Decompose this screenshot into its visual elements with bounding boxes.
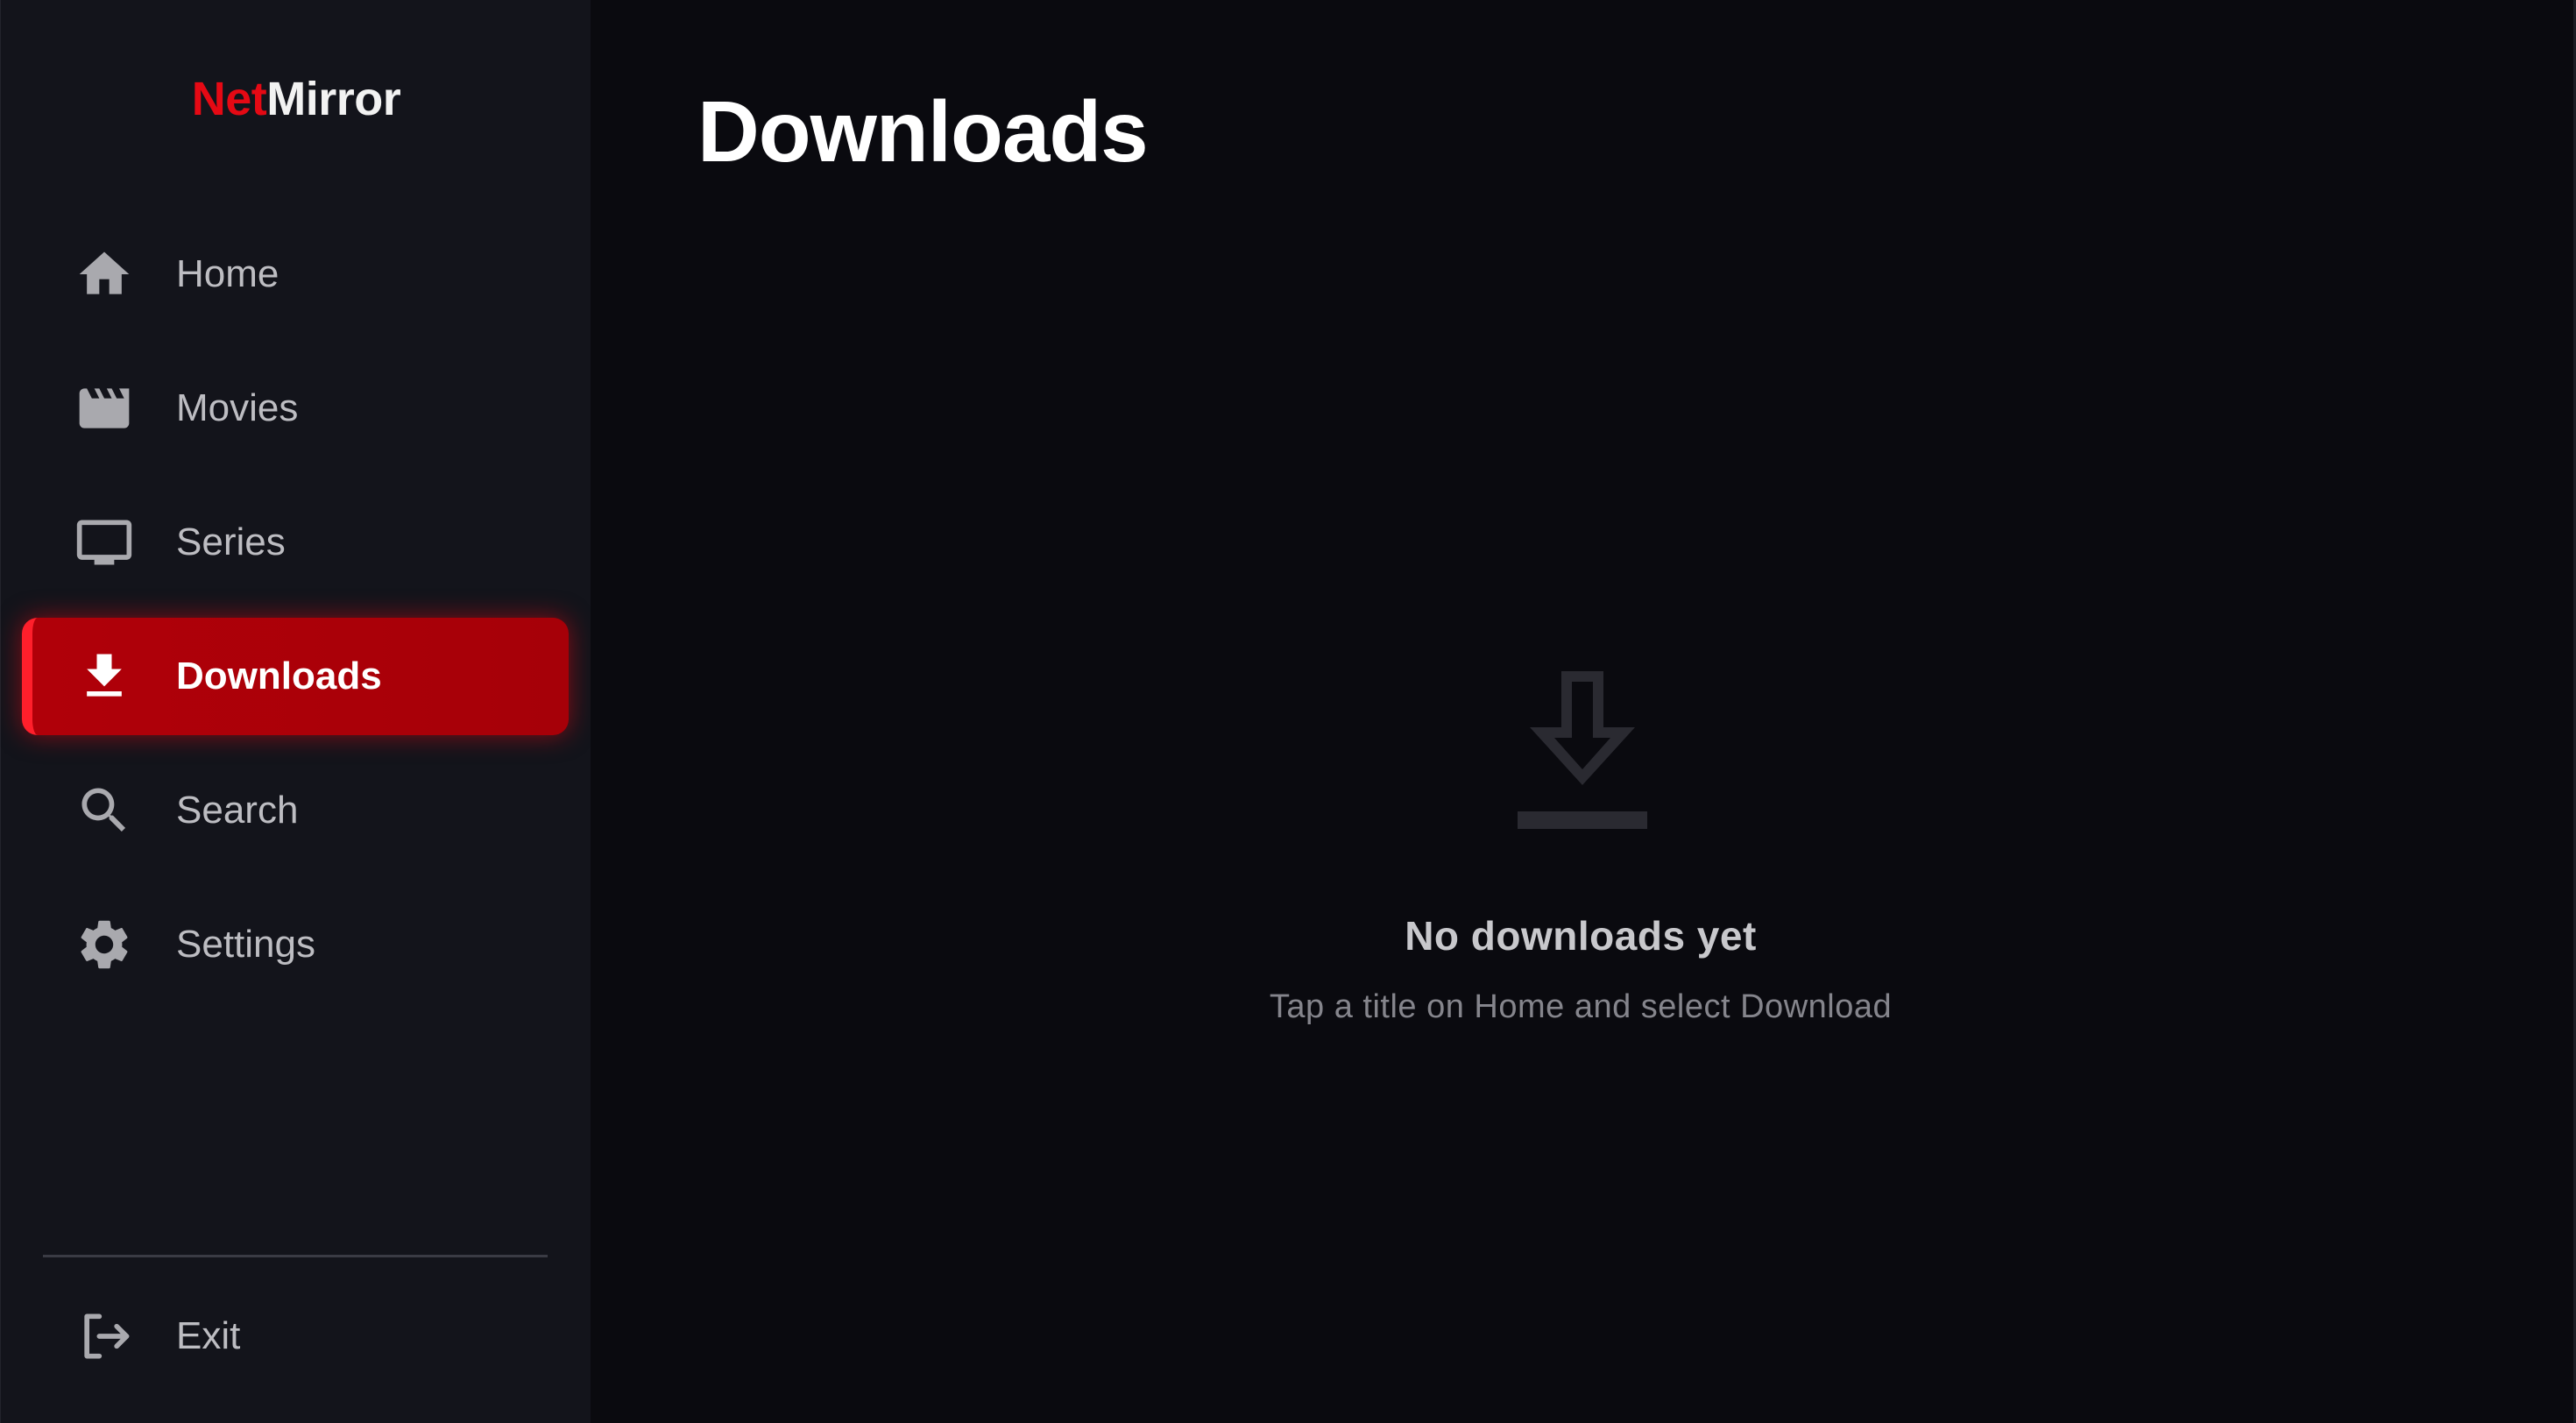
page-title: Downloads [697, 83, 1149, 180]
sidebar-item-settings[interactable]: Settings [22, 886, 569, 1003]
sidebar-item-home[interactable]: Home [22, 216, 569, 333]
sidebar-item-label: Downloads [176, 655, 382, 697]
sidebar-item-series[interactable]: Series [22, 484, 569, 601]
search-icon [74, 781, 134, 840]
logout-icon [74, 1306, 134, 1366]
main-content: Downloads No downloads yet Tap a title o… [591, 0, 2576, 1423]
download-icon [1518, 671, 1647, 829]
sidebar-item-label: Exit [176, 1314, 241, 1357]
sidebar-item-label: Search [176, 789, 299, 832]
movie-clapper-icon [74, 379, 134, 438]
sidebar-item-exit[interactable]: Exit [22, 1278, 569, 1395]
sidebar-item-search[interactable]: Search [22, 752, 569, 869]
brand-logo[interactable]: NetMirror [1, 67, 591, 131]
sidebar-item-label: Series [176, 520, 286, 563]
sidebar-item-label: Settings [176, 923, 315, 966]
sidebar-item-label: Movies [176, 386, 299, 429]
brand-logo-mirror: Mirror [266, 73, 401, 125]
sidebar-divider [43, 1255, 548, 1257]
sidebar-item-movies[interactable]: Movies [22, 350, 569, 467]
home-icon [74, 244, 134, 304]
empty-state-title: No downloads yet [1405, 913, 1757, 959]
app-window: NetMirror Home Movies Series Downloads S… [0, 0, 2576, 1423]
sidebar-item-label: Home [176, 252, 280, 295]
tv-icon [74, 513, 134, 572]
gear-icon [74, 915, 134, 974]
brand-logo-net: Net [191, 73, 267, 125]
sidebar: NetMirror Home Movies Series Downloads S… [0, 0, 591, 1423]
sidebar-item-downloads[interactable]: Downloads [22, 618, 569, 735]
download-icon [74, 647, 134, 706]
empty-state-subtitle: Tap a title on Home and select Download [1269, 988, 1893, 1025]
